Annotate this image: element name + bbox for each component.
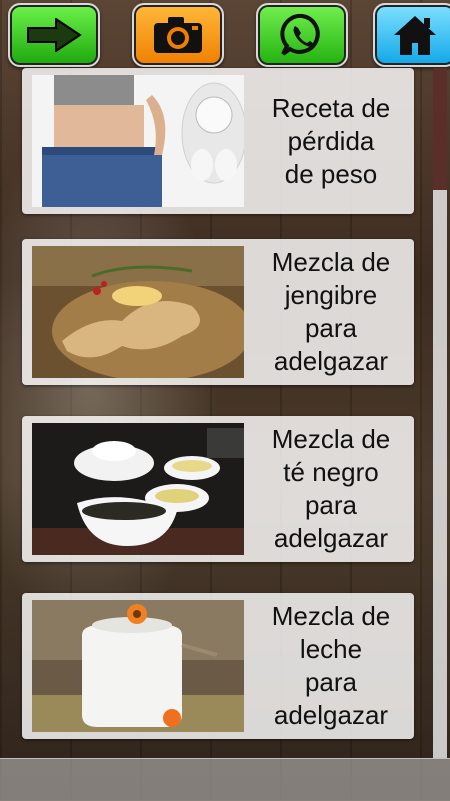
home-button[interactable] (373, 3, 450, 67)
recipe-card[interactable]: Mezcla de té negro para adelgazar (22, 416, 414, 562)
recipe-title: Receta de pérdida de peso (271, 92, 391, 189)
whatsapp-button[interactable] (256, 3, 348, 67)
recipe-card[interactable]: Receta de pérdida de peso (22, 68, 414, 214)
bottom-bar (0, 758, 450, 801)
recipe-list[interactable]: Receta de pérdida de peso Mezcla de jeng… (0, 68, 450, 758)
camera-button[interactable] (132, 3, 224, 67)
recipe-title: Mezcla de té negro para adelgazar (271, 424, 391, 553)
recipe-title: Mezcla de jengibre para adelgazar (271, 247, 391, 376)
home-icon (394, 16, 436, 55)
arrow-right-icon (27, 18, 82, 52)
next-button[interactable] (8, 3, 100, 67)
recipe-title: Mezcla de leche para adelgazar (271, 601, 391, 730)
whatsapp-icon (280, 13, 320, 56)
scrollbar-thumb[interactable] (433, 68, 447, 190)
top-toolbar (0, 0, 450, 68)
recipe-card[interactable]: Mezcla de leche para adelgazar (22, 593, 414, 739)
milk-jug-image (32, 600, 244, 732)
ginger-image (32, 246, 244, 378)
black-tea-image (32, 423, 244, 555)
camera-icon (154, 17, 202, 53)
recipe-card[interactable]: Mezcla de jengibre para adelgazar (22, 239, 414, 385)
waist-scale-image (32, 75, 244, 207)
